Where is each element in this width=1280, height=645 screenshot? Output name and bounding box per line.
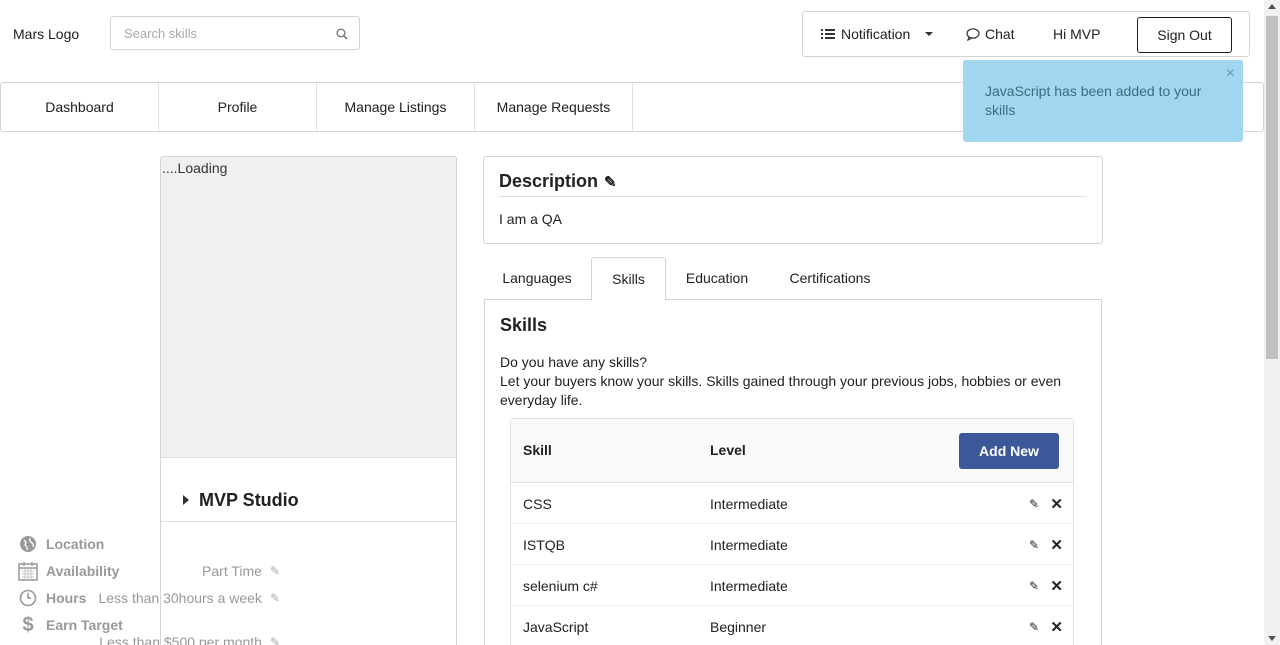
skill-level: Beginner [710, 619, 767, 635]
site-logo[interactable]: Mars Logo [13, 26, 79, 42]
toast-notification: × JavaScript has been added to your skil… [963, 60, 1243, 142]
skills-table: Skill Level Add New CSS Intermediate ✎ ✕… [510, 418, 1074, 645]
pencil-icon[interactable]: ✎ [270, 635, 280, 645]
pencil-icon[interactable]: ✎ [270, 591, 280, 605]
add-new-button[interactable]: Add New [959, 433, 1059, 469]
skill-level: Intermediate [710, 537, 788, 553]
clock-icon [18, 588, 38, 608]
nav-item-manage-requests[interactable]: Manage Requests [475, 83, 633, 131]
list-icon [821, 29, 835, 39]
tab-education[interactable]: Education [677, 257, 757, 300]
pencil-icon[interactable]: ✎ [1029, 620, 1039, 634]
search-input[interactable]: Search skills [124, 26, 197, 41]
skill-name: selenium c# [523, 578, 598, 594]
table-row: selenium c# Intermediate ✎ ✕ [511, 565, 1073, 606]
hours-label: Hours [46, 590, 87, 606]
availability-label: Availability [46, 563, 120, 579]
hours-row: Hours Less than 30hours a week ✎ [18, 587, 280, 609]
location-label: Location [46, 536, 105, 552]
caret-down-icon [925, 32, 934, 36]
pencil-icon[interactable]: ✎ [604, 173, 617, 191]
search-icon[interactable] [336, 28, 348, 40]
profile-name-toggle[interactable]: MVP Studio [161, 458, 456, 522]
earn-target-value-row: Less than $500 per month ✎ [18, 631, 280, 645]
nav-item-profile[interactable]: Profile [159, 83, 317, 131]
user-greeting[interactable]: Hi MVP [1053, 12, 1100, 56]
pencil-icon[interactable]: ✎ [1029, 579, 1039, 593]
profile-name: MVP Studio [199, 489, 299, 510]
globe-icon [18, 534, 38, 554]
close-icon[interactable]: ✕ [1050, 618, 1063, 636]
availability-row: Availability Part Time ✎ [18, 560, 280, 582]
skill-level: Intermediate [710, 578, 788, 594]
pencil-icon[interactable]: ✎ [270, 564, 280, 578]
description-text: I am a QA [499, 211, 563, 227]
description-title-row: Description ✎ [499, 171, 1087, 197]
close-icon[interactable]: ✕ [1050, 495, 1063, 513]
hours-value: Less than 30hours a week [98, 590, 262, 606]
vertical-scrollbar[interactable] [1264, 0, 1280, 645]
notification-label: Notification [841, 26, 911, 42]
table-row: ISTQB Intermediate ✎ ✕ [511, 524, 1073, 565]
nav-item-dashboard[interactable]: Dashboard [1, 83, 159, 131]
scrollbar-thumb[interactable] [1266, 16, 1278, 359]
skill-level: Intermediate [710, 496, 788, 512]
location-row: Location [18, 533, 280, 555]
pencil-icon[interactable]: ✎ [1029, 538, 1039, 552]
col-level-header: Level [710, 442, 746, 458]
toast-message: JavaScript has been added to your skills [985, 83, 1202, 118]
sign-out-button[interactable]: Sign Out [1137, 17, 1232, 53]
profile-image: ....Loading [161, 157, 456, 458]
scroll-up-icon[interactable] [1268, 4, 1276, 9]
skill-name: CSS [523, 496, 552, 512]
caret-right-icon [183, 495, 189, 505]
nav-item-manage-listings[interactable]: Manage Listings [317, 83, 475, 131]
top-menu: Notification Chat Hi MVP Sign Out [802, 11, 1250, 57]
table-row: JavaScript Beginner ✎ ✕ [511, 606, 1073, 645]
tab-languages[interactable]: Languages [492, 257, 582, 300]
col-skill-header: Skill [523, 442, 552, 458]
skills-table-wrap: Skill Level Add New CSS Intermediate ✎ ✕… [484, 299, 1102, 645]
close-icon[interactable]: × [1226, 64, 1235, 83]
profile-image-alt: ....Loading [162, 160, 228, 176]
tab-skills[interactable]: Skills [591, 257, 666, 301]
profile-tabs: Languages Skills Education Certification… [484, 257, 1102, 301]
tab-certifications[interactable]: Certifications [780, 257, 880, 300]
table-header: Skill Level Add New [511, 419, 1073, 483]
calendar-icon [18, 561, 38, 581]
earn-target-value: Less than $500 per month [99, 634, 262, 645]
chat-bubble-icon [966, 27, 980, 41]
notification-dropdown[interactable]: Notification [821, 12, 934, 56]
close-icon[interactable]: ✕ [1050, 577, 1063, 595]
scroll-down-icon[interactable] [1268, 636, 1276, 641]
pencil-icon[interactable]: ✎ [1029, 497, 1039, 511]
availability-value: Part Time [202, 563, 262, 579]
description-title: Description [499, 171, 599, 191]
chat-label: Chat [985, 26, 1015, 42]
skill-name: ISTQB [523, 537, 566, 553]
chat-link[interactable]: Chat [966, 12, 1015, 56]
close-icon[interactable]: ✕ [1050, 536, 1063, 554]
search-box[interactable]: Search skills [110, 16, 360, 50]
description-card: Description ✎ I am a QA [483, 156, 1103, 244]
skill-name: JavaScript [523, 619, 589, 635]
table-row: CSS Intermediate ✎ ✕ [511, 483, 1073, 524]
